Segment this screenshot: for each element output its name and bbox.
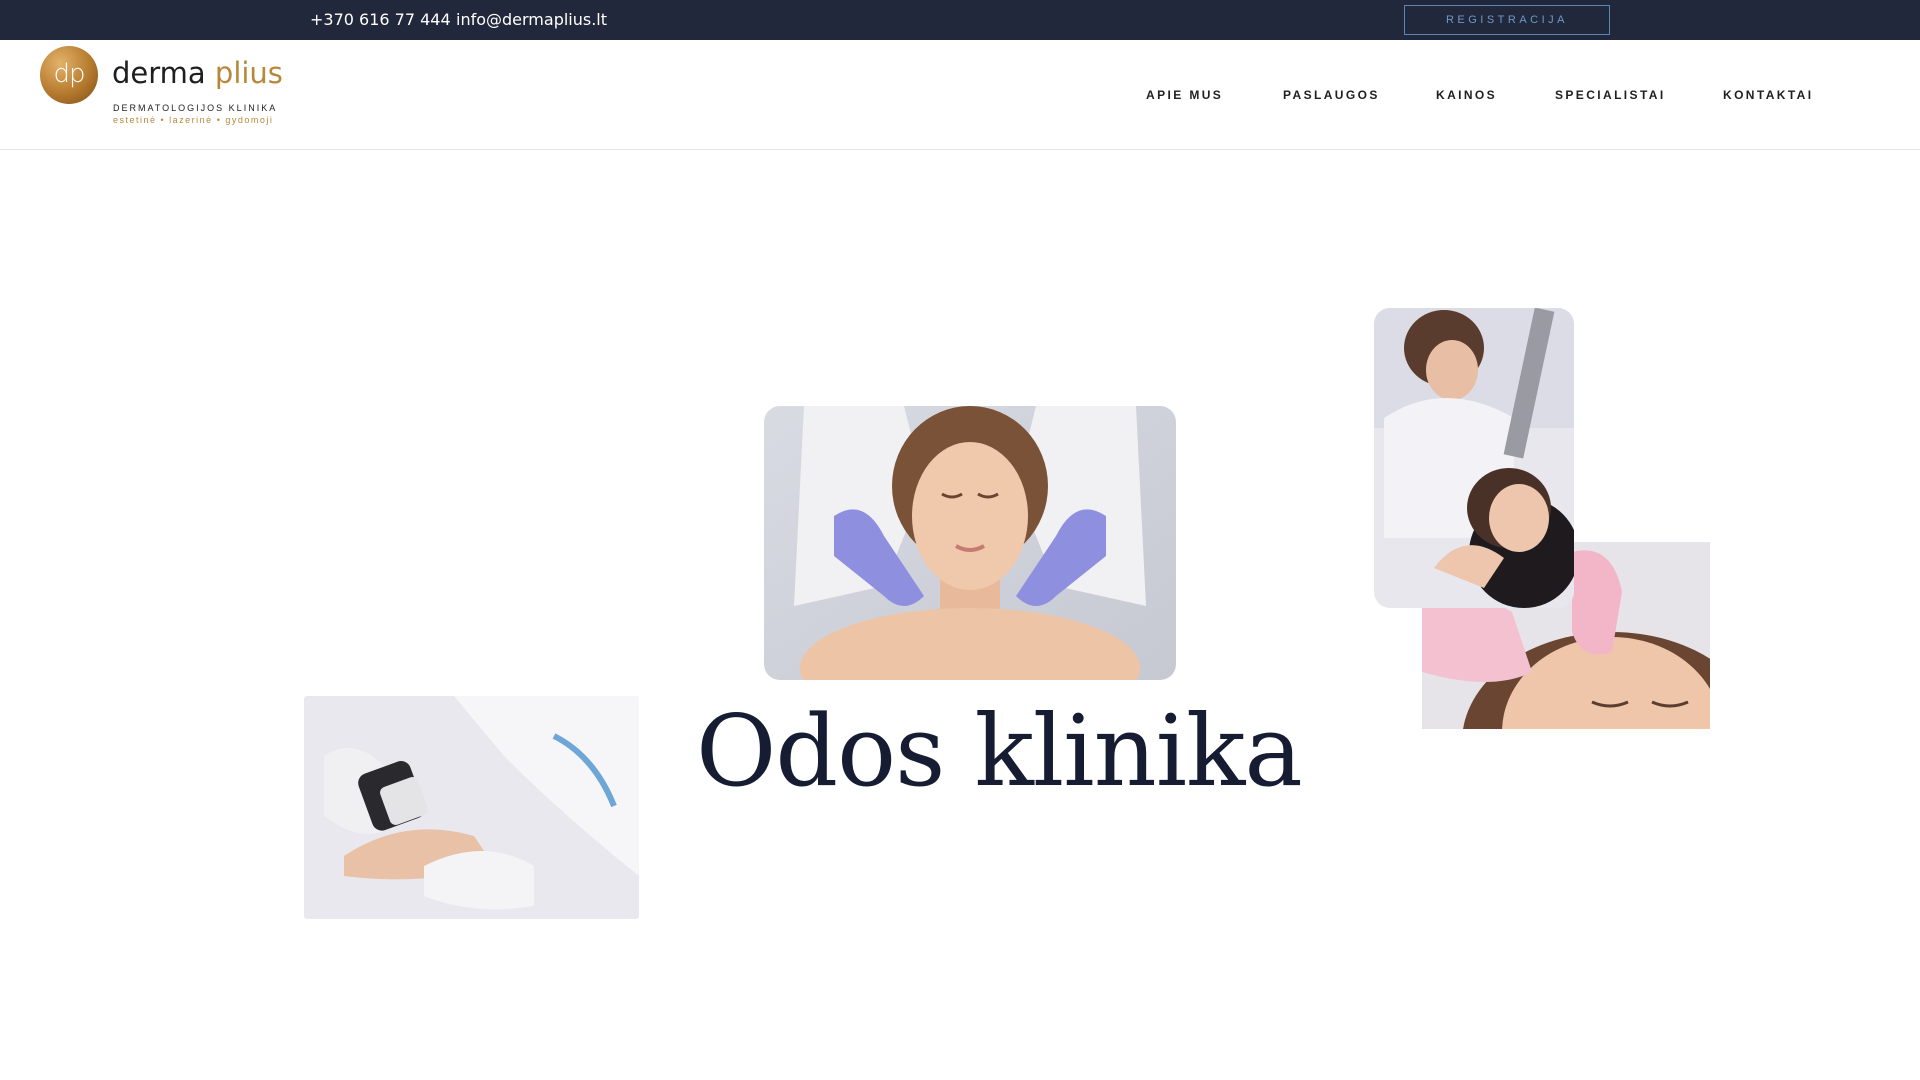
hero-photo-dermatoscope — [304, 696, 639, 919]
hero-photo-face-treatment — [764, 406, 1176, 680]
logo-brand-main: derma — [112, 56, 206, 90]
nav-item-kainos[interactable]: KAINOS — [1436, 40, 1497, 150]
site-header: dp derma plius DERMATOLOGIJOS KLINIKA es… — [0, 40, 1920, 150]
logo-monogram-icon: dp — [40, 46, 98, 104]
logo-brand-name: derma plius — [112, 56, 283, 90]
email-link[interactable]: info@dermaplius.lt — [456, 0, 607, 40]
hero-title: Odos klinika — [696, 695, 1303, 809]
logo-tagline: estetinė • lazerinė • gydomoji — [113, 115, 274, 125]
phone-link[interactable]: +370 616 77 444 — [310, 0, 451, 40]
logo[interactable]: dp derma plius DERMATOLOGIJOS KLINIKA es… — [40, 46, 300, 130]
hero-photo-laser-treatment — [1374, 308, 1574, 608]
registration-button[interactable]: REGISTRACIJA — [1404, 5, 1610, 35]
face-treatment-image — [764, 406, 1176, 680]
logo-monogram: dp — [53, 59, 85, 89]
logo-subtitle: DERMATOLOGIJOS KLINIKA — [113, 103, 278, 113]
laser-treatment-image — [1374, 308, 1574, 608]
nav-item-apie-mus[interactable]: APIE MUS — [1146, 40, 1223, 150]
logo-brand-accent: plius — [214, 56, 283, 90]
nav-item-paslaugos[interactable]: PASLAUGOS — [1283, 40, 1380, 150]
nav-item-kontaktai[interactable]: KONTAKTAI — [1723, 40, 1813, 150]
top-bar: +370 616 77 444 info@dermaplius.lt REGIS… — [0, 0, 1920, 40]
dermatoscope-image — [304, 696, 639, 919]
nav-item-specialistai[interactable]: SPECIALISTAI — [1555, 40, 1666, 150]
